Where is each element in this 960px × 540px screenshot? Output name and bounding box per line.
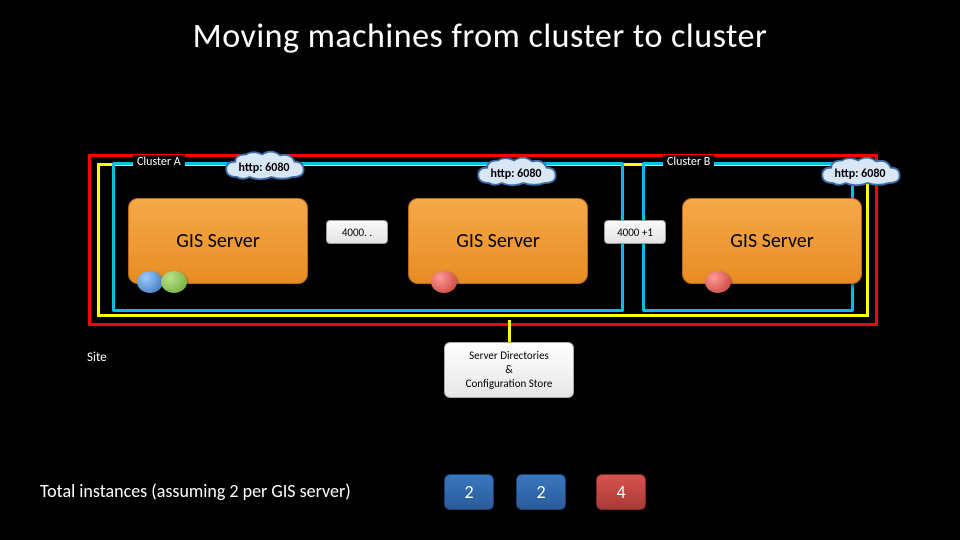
cloud-endpoint-1: http: 6080	[216, 150, 312, 186]
cloud-text-1: http: 6080	[239, 161, 290, 175]
slide-title: Moving machines from cluster to cluster	[0, 16, 960, 57]
cloud-text-2: http: 6080	[491, 167, 542, 181]
instance-dot-green-icon	[161, 271, 187, 293]
gis-server-1: GIS Server	[128, 198, 308, 284]
gis-server-2: GIS Server	[408, 198, 588, 284]
gis-server-3: GIS Server	[682, 198, 862, 284]
instance-dot-red-icon	[705, 271, 731, 293]
instance-dot-blue-icon	[137, 271, 163, 293]
server-directories-box: Server Directories&Configuration Store	[444, 342, 574, 398]
connector-line	[508, 320, 511, 342]
instance-dot-red-icon	[431, 271, 457, 293]
gis-server-1-label: GIS Server	[176, 229, 259, 253]
server-directories-text: Server Directories&Configuration Store	[466, 349, 553, 390]
cloud-text-3: http: 6080	[835, 167, 886, 181]
instance-count-2: 2	[516, 474, 566, 510]
cloud-endpoint-3: http: 6080	[812, 156, 908, 192]
port-range-1: 4000. .	[326, 220, 388, 244]
cluster-a-label: Cluster A	[133, 155, 185, 169]
cloud-endpoint-2: http: 6080	[468, 156, 564, 192]
total-instances-label: Total instances (assuming 2 per GIS serv…	[40, 480, 351, 502]
port-range-2: 4000 +1	[604, 220, 666, 244]
instance-count-1: 2	[444, 474, 494, 510]
gis-server-2-label: GIS Server	[456, 229, 539, 253]
site-label: Site	[85, 350, 109, 365]
cluster-b-label: Cluster B	[663, 155, 714, 169]
instance-count-3: 4	[596, 474, 646, 510]
gis-server-3-label: GIS Server	[730, 229, 813, 253]
